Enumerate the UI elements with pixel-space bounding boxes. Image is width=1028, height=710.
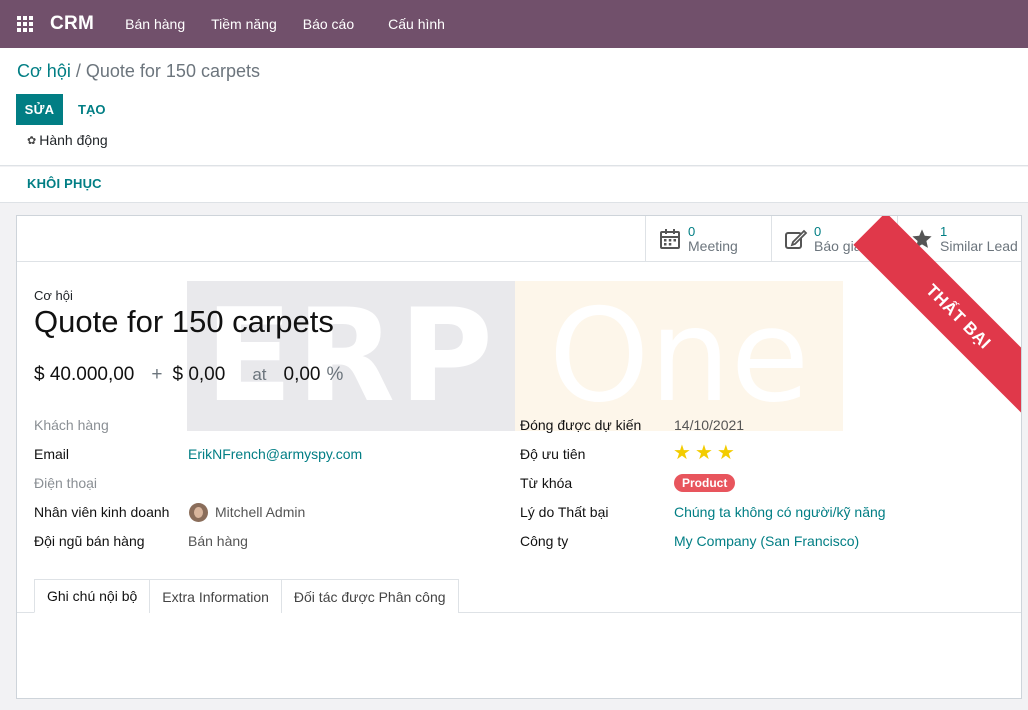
- email-label: Email: [34, 446, 70, 462]
- recurring-revenue[interactable]: $ 0,00: [172, 364, 225, 386]
- apps-menu-icon[interactable]: [0, 0, 50, 48]
- breadcrumb-parent[interactable]: Cơ hội: [17, 61, 71, 81]
- record-type-label: Cơ hội: [34, 288, 73, 303]
- probability-value[interactable]: 0,00: [284, 364, 321, 386]
- quotation-count: 0: [814, 224, 822, 239]
- tag-badge[interactable]: Product: [674, 474, 736, 492]
- tab-extra-information[interactable]: Extra Information: [149, 579, 282, 613]
- gear-icon: ✿: [27, 134, 37, 147]
- sales-team-label: Đội ngũ bán hàng: [34, 533, 145, 549]
- restore-button[interactable]: KHÔI PHỤC: [27, 176, 102, 191]
- status-bar: KHÔI PHỤC: [0, 167, 1028, 203]
- company-value[interactable]: My Company (San Francisco): [674, 533, 859, 549]
- menu-leads[interactable]: Tiềm năng: [198, 0, 290, 48]
- tab-assigned-partner[interactable]: Đối tác được Phân công: [280, 579, 459, 613]
- priority-star-icon[interactable]: ★: [673, 443, 691, 463]
- menu-reporting[interactable]: Báo cáo: [290, 0, 367, 48]
- edit-icon: [784, 227, 808, 251]
- edit-button[interactable]: SỬA: [16, 94, 63, 125]
- menu-configuration[interactable]: Cấu hình: [375, 0, 458, 48]
- priority-label: Độ ưu tiên: [520, 446, 586, 462]
- form-sheet: 0 Meeting 0 Báo giá 1 Similar Lead ERP O…: [16, 215, 1022, 699]
- breadcrumb-separator: /: [75, 61, 81, 81]
- plus-sign: +: [151, 364, 163, 385]
- action-menu-label: Hành động: [39, 132, 108, 148]
- percent-sign: %: [326, 364, 344, 385]
- control-panel: Cơ hội / Quote for 150 carpets SỬA TẠO ✿…: [0, 48, 1028, 166]
- priority-star-icon[interactable]: ★: [717, 443, 735, 463]
- meeting-count: 0: [688, 224, 696, 239]
- customer-label: Khách hàng: [34, 417, 109, 433]
- menu-sales[interactable]: Bán hàng: [112, 0, 198, 48]
- similar-lead-count: 1: [940, 224, 948, 239]
- phone-label: Điện thoại: [34, 475, 98, 491]
- at-label: at: [252, 365, 267, 384]
- priority-stars: ★ ★ ★: [673, 443, 735, 463]
- lost-reason-label: Lý do Thất bại: [520, 504, 609, 520]
- calendar-icon: [658, 227, 682, 251]
- similar-lead-label: Similar Lead: [940, 238, 1018, 254]
- company-label: Công ty: [520, 533, 569, 549]
- tab-internal-notes[interactable]: Ghi chú nội bộ: [34, 579, 151, 613]
- action-menu[interactable]: ✿ Hành động: [27, 132, 108, 148]
- top-navbar: CRM Bán hàng Tiềm năng Báo cáo Cấu hình: [0, 0, 1028, 48]
- expected-closing-value[interactable]: 14/10/2021: [674, 417, 744, 433]
- create-button[interactable]: TẠO: [70, 94, 113, 125]
- lost-reason-value[interactable]: Chúng ta không có người/kỹ năng: [674, 504, 886, 520]
- tags-label: Từ khóa: [520, 475, 573, 491]
- notebook-tabs: Ghi chú nội bộ Extra Information Đối tác…: [34, 579, 459, 613]
- expected-revenue[interactable]: $ 40.000,00: [34, 364, 134, 386]
- sales-team-value[interactable]: Bán hàng: [188, 533, 248, 549]
- record-title[interactable]: Quote for 150 carpets: [34, 304, 334, 340]
- meeting-button[interactable]: 0 Meeting: [645, 216, 771, 262]
- email-value[interactable]: ErikNFrench@armyspy.com: [188, 446, 362, 462]
- avatar: [189, 503, 208, 522]
- watermark-logo-right: One: [515, 281, 843, 431]
- priority-star-icon[interactable]: ★: [695, 443, 713, 463]
- app-brand[interactable]: CRM: [50, 13, 94, 35]
- revenue-row: $ 40.000,00 + $ 0,00 at 0,00 %: [34, 364, 343, 386]
- salesperson-value[interactable]: Mitchell Admin: [215, 504, 305, 520]
- breadcrumb: Cơ hội / Quote for 150 carpets: [17, 61, 260, 82]
- meeting-label: Meeting: [688, 238, 738, 254]
- salesperson-label: Nhân viên kinh doanh: [34, 504, 170, 520]
- breadcrumb-current: Quote for 150 carpets: [85, 61, 260, 81]
- expected-closing-label: Đóng được dự kiến: [520, 417, 642, 433]
